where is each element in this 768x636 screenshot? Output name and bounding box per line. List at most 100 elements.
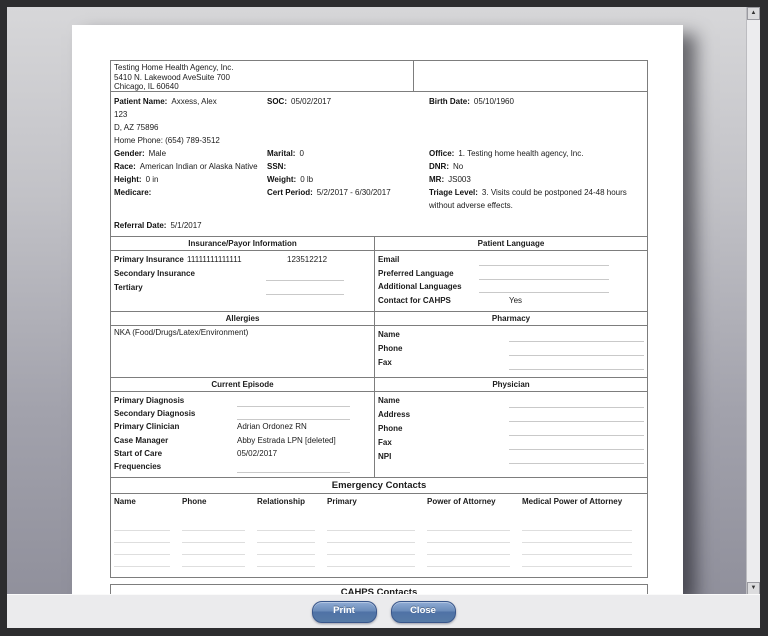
agency-address1: 5410 N. Lakewood AveSuite 700 xyxy=(114,72,230,82)
empty-contact-row xyxy=(114,543,644,556)
document-page: Testing Home Health Agency, Inc. 5410 N.… xyxy=(72,25,683,595)
weight-label: Weight: xyxy=(267,175,297,184)
column-header: Relationship xyxy=(257,497,306,507)
cert-period-value: 5/2/2017 - 6/30/2017 xyxy=(316,188,391,197)
email-label: Email xyxy=(378,255,400,264)
case-manager-value: Abby Estrada LPN [deleted] xyxy=(237,435,336,445)
agency-address-block: Testing Home Health Agency, Inc. 5410 N.… xyxy=(111,61,414,91)
face-sheet: Testing Home Health Agency, Inc. 5410 N.… xyxy=(110,60,648,595)
episode-physician-section: Current Episode Primary Diagnosis Second… xyxy=(110,378,648,479)
height-value: 0 in xyxy=(145,175,159,184)
pharmacy-row: Fax xyxy=(375,356,647,370)
pharmacy-phone-blank xyxy=(509,342,644,356)
agency-header-box: Testing Home Health Agency, Inc. 5410 N.… xyxy=(110,60,648,92)
print-preview-modal: ▲ ▼ Testing Home Health Agency, Inc. 541… xyxy=(7,7,760,628)
preferred-language-label: Preferred Language xyxy=(378,268,454,278)
office-value: 1. Testing home health agency, Inc. xyxy=(458,149,584,158)
agency-name: Testing Home Health Agency, Inc. xyxy=(114,63,234,72)
frequencies-blank xyxy=(237,460,350,474)
contact-for-cahps-label: Contact for CAHPS xyxy=(378,295,451,305)
patient-row: Home Phone: (654) 789-3512 xyxy=(111,134,647,147)
additional-languages-blank xyxy=(479,280,609,293)
secondary-insurance-label: Secondary Insurance xyxy=(114,269,195,278)
physician-row: Phone xyxy=(375,422,647,436)
home-phone: Home Phone: (654) 789-3512 xyxy=(114,136,220,145)
physician-section-title: Physician xyxy=(375,378,647,392)
allergies-section-title: Allergies xyxy=(111,312,374,326)
tertiary-blank xyxy=(266,281,344,295)
pharmacy-name-label: Name xyxy=(378,330,400,339)
patient-row: Patient Name: Axxess, Alex SOC: 05/02/2017… xyxy=(111,95,647,108)
empty-contact-row xyxy=(114,555,644,568)
pharmacy-name-blank xyxy=(509,328,644,342)
soc-label: SOC: xyxy=(267,97,287,106)
close-button[interactable]: Close xyxy=(390,600,456,623)
allergies-pharmacy-section: Allergies NKA (Food/Drugs/Latex/Environm… xyxy=(110,312,648,378)
office-label: Office: xyxy=(429,149,455,158)
pharmacy-phone-label: Phone xyxy=(378,344,403,353)
patient-language-section-title: Patient Language xyxy=(375,237,647,251)
insurance-language-section: Insurance/Payor Information Primary Insu… xyxy=(110,237,648,312)
episode-row: Primary Diagnosis xyxy=(111,394,374,407)
column-header: Power of Attorney xyxy=(427,497,496,507)
episode-row: Case Manager Abby Estrada LPN [deleted] xyxy=(111,434,374,447)
physician-fax-label: Fax xyxy=(378,438,392,447)
patient-row: Height: 0 in Weight: 0 lb MR: JS003 xyxy=(111,173,647,186)
case-manager-label: Case Manager xyxy=(114,435,169,445)
emergency-contacts-title: Emergency Contacts xyxy=(111,478,647,495)
column-header: Medical Power of Attorney xyxy=(522,497,623,507)
physician-row: Name xyxy=(375,394,647,408)
email-blank xyxy=(479,253,609,266)
address-line2: D, AZ 75896 xyxy=(114,123,159,132)
patient-row: Race: American Indian or Alaska Native SS… xyxy=(111,160,647,173)
primary-insurance-number: 123512212 xyxy=(287,255,328,264)
mr-label: MR: xyxy=(429,175,445,184)
physician-address-label: Address xyxy=(378,410,411,419)
insurance-row: Primary Insurance 11111111111111 1235122… xyxy=(111,253,374,267)
medicare-label: Medicare: xyxy=(114,188,152,197)
physician-npi-blank xyxy=(509,450,644,464)
cert-period-label: Cert Period: xyxy=(267,188,313,197)
scroll-up-icon[interactable]: ▲ xyxy=(747,7,760,20)
patient-row: 123 xyxy=(111,108,647,121)
primary-insurance-label: Primary Insurance xyxy=(114,255,184,264)
address-line1: 123 xyxy=(114,110,128,119)
marital-label: Marital: xyxy=(267,149,296,158)
physician-address-blank xyxy=(509,408,644,422)
language-row: Preferred Language xyxy=(375,267,647,281)
start-of-care-value: 05/02/2017 xyxy=(237,448,278,458)
print-button[interactable]: Print xyxy=(311,600,377,623)
episode-row: Frequencies xyxy=(111,460,374,474)
emergency-contacts-header: Name Phone Relationship Primary Power of… xyxy=(111,494,647,507)
mr-value: JS003 xyxy=(448,175,471,184)
physician-name-blank xyxy=(509,394,644,408)
referral-date-value: 5/1/2017 xyxy=(170,221,202,230)
primary-clinician-label: Primary Clinician xyxy=(114,422,180,432)
frequencies-label: Frequencies xyxy=(114,462,162,472)
patient-row: D, AZ 75896 xyxy=(111,121,647,134)
modal-footer: Print Close xyxy=(7,594,760,628)
emergency-contacts-section: Emergency Contacts Name Phone Relationsh… xyxy=(110,478,648,579)
additional-languages-label: Additional Languages xyxy=(378,282,462,291)
primary-clinician-value: Adrian Ordonez RN xyxy=(237,422,307,432)
physician-row: Address xyxy=(375,408,647,422)
pharmacy-section-title: Pharmacy xyxy=(375,312,647,326)
dnr-value: No xyxy=(453,162,464,171)
episode-row: Primary Clinician Adrian Ordonez RN xyxy=(111,420,374,433)
patient-row: Gender: Male Marital: 0 Office: 1. Testing … xyxy=(111,147,647,160)
agency-address2: Chicago, IL 60640 xyxy=(114,82,179,91)
patient-name-value: Axxess, Alex xyxy=(171,97,217,106)
soc-value: 05/02/2017 xyxy=(291,97,332,106)
birth-date-label: Birth Date: xyxy=(429,97,470,106)
insurance-row: Tertiary xyxy=(111,281,374,295)
primary-diagnosis-blank xyxy=(237,394,350,407)
patient-row: Medicare: Cert Period: 5/2/2017 - 6/30/20… xyxy=(111,186,647,212)
pharmacy-row: Phone xyxy=(375,342,647,356)
height-label: Height: xyxy=(114,175,142,184)
physician-phone-blank xyxy=(509,422,644,436)
vertical-scrollbar[interactable]: ▲ ▼ xyxy=(746,7,760,595)
race-value: American Indian or Alaska Native xyxy=(139,162,258,171)
language-row: Contact for CAHPS Yes xyxy=(375,294,647,308)
insurance-row: Secondary Insurance xyxy=(111,267,374,281)
episode-row: Start of Care 05/02/2017 xyxy=(111,447,374,460)
